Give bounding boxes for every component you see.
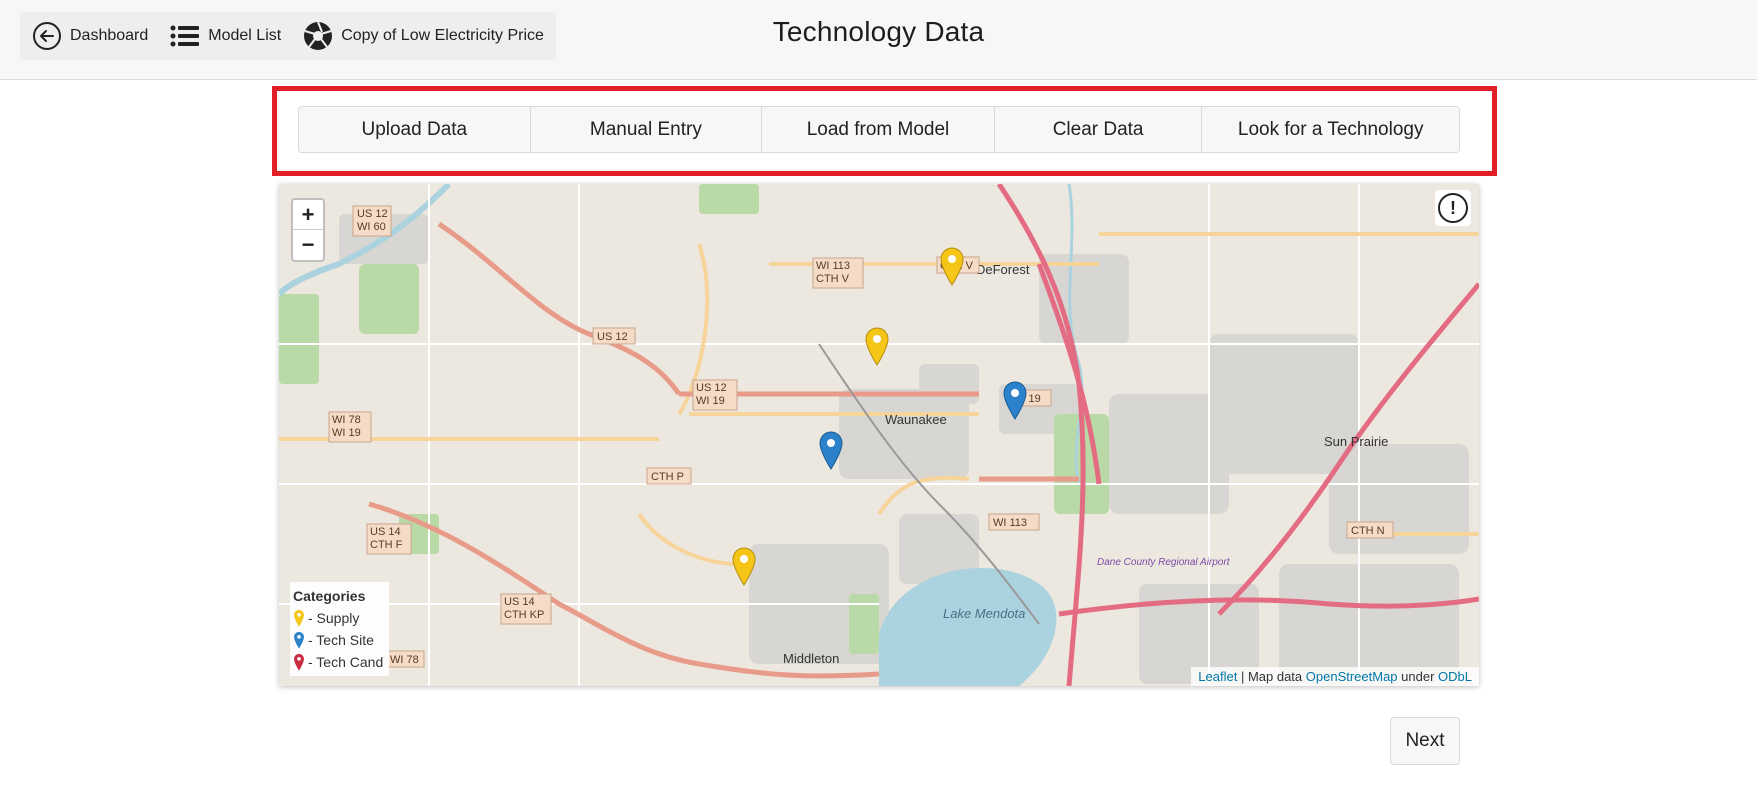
supply-marker[interactable]: [939, 246, 965, 286]
legend-item-supply: - Supply: [293, 607, 386, 629]
info-button[interactable]: !: [1435, 190, 1471, 226]
map-tiles[interactable]: DeForest Waunakee Sun Prairie Middleton …: [279, 184, 1479, 686]
supply-marker[interactable]: [864, 326, 890, 366]
zoom-control: + −: [291, 198, 325, 262]
tech-cand-pin-icon: [294, 653, 304, 671]
legend-label: - Tech Cand: [308, 654, 384, 670]
place-label: Lake Mendota: [943, 606, 1025, 621]
top-bar: Dashboard Model List Copy of Low Electri…: [0, 0, 1757, 80]
leaflet-link[interactable]: Leaflet: [1198, 669, 1237, 684]
road-shield: US 12 WI 19: [696, 382, 727, 407]
map-pin-icon: [819, 431, 843, 470]
road-shield: WI 113: [993, 517, 1027, 529]
place-label: DeForest: [976, 262, 1030, 277]
map-pin-icon: [1003, 381, 1027, 420]
data-toolbar: Upload Data Manual Entry Load from Model…: [298, 106, 1460, 153]
map[interactable]: DeForest Waunakee Sun Prairie Middleton …: [279, 184, 1479, 686]
clear-data-button[interactable]: Clear Data: [994, 107, 1203, 152]
map-attribution: Leaflet | Map data OpenStreetMap under O…: [1191, 667, 1479, 686]
legend-label: - Tech Site: [308, 632, 374, 648]
supply-pin-icon: [294, 609, 304, 627]
road-shield: CTH P: [651, 471, 684, 483]
legend-title: Categories: [293, 588, 366, 604]
road-shield: WI 78: [390, 654, 419, 666]
manual-entry-button[interactable]: Manual Entry: [530, 107, 763, 152]
road-shield: WI 113 CTH V: [816, 260, 850, 285]
load-from-model-button[interactable]: Load from Model: [762, 107, 995, 152]
tech-site-marker[interactable]: [1002, 380, 1028, 420]
page-title: Technology Data: [772, 16, 985, 47]
attribution-text: under: [1397, 669, 1439, 684]
place-label: Dane County Regional Airport: [1097, 557, 1231, 568]
map-pin-icon: [940, 247, 964, 286]
supply-marker[interactable]: [731, 546, 757, 586]
next-button[interactable]: Next: [1390, 717, 1460, 765]
attribution-text: | Map data: [1237, 669, 1306, 684]
road-shield: WI 78 WI 19: [332, 414, 361, 439]
zoom-out-button[interactable]: −: [293, 230, 323, 260]
zoom-in-button[interactable]: +: [293, 200, 323, 230]
road-shield: US 12: [597, 331, 628, 343]
openstreetmap-link[interactable]: OpenStreetMap: [1306, 669, 1398, 684]
place-label: Sun Prairie: [1324, 434, 1388, 449]
road-shield: US 14 CTH F: [370, 526, 403, 551]
map-pin-icon: [732, 547, 756, 586]
upload-data-button[interactable]: Upload Data: [299, 107, 531, 152]
legend-item-tech-cand: - Tech Cand: [293, 651, 386, 673]
place-label: Waunakee: [885, 412, 947, 427]
tech-site-marker[interactable]: [818, 430, 844, 470]
odbl-link[interactable]: ODbL: [1438, 669, 1472, 684]
info-icon: !: [1438, 193, 1468, 223]
place-label: Middleton: [783, 651, 839, 666]
legend-item-tech-site: - Tech Site: [293, 629, 386, 651]
road-shield: US 12 WI 60: [357, 208, 388, 233]
map-legend: Categories - Supply - Tech Site - Tech C…: [290, 582, 389, 676]
road-shield: CTH N: [1351, 525, 1385, 537]
legend-label: - Supply: [308, 610, 360, 626]
look-for-technology-button[interactable]: Look for a Technology: [1202, 107, 1459, 152]
tech-site-pin-icon: [294, 631, 304, 649]
svg-text:!: !: [1450, 198, 1456, 218]
map-pin-icon: [865, 327, 889, 366]
